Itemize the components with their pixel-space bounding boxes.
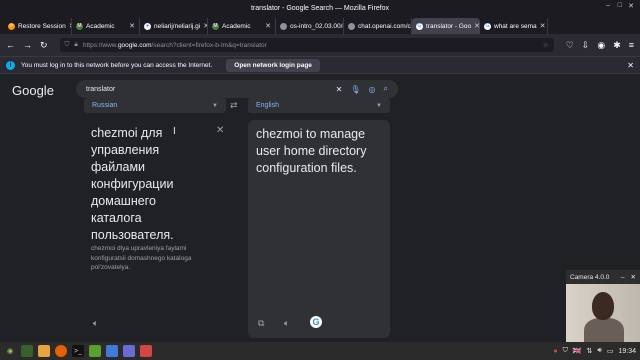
app-icon[interactable] — [140, 345, 152, 357]
tab-favicon-icon: ⟳ — [8, 22, 15, 30]
source-language-select[interactable]: Russian ▼ — [84, 98, 226, 113]
menu-icon[interactable]: ≡ — [629, 40, 634, 50]
tab-label: neliarij/neliarij.gi — [154, 22, 201, 30]
navigation-toolbar: ← → ↻ ⛉ 🔒︎ https://www.google.com/search… — [0, 34, 640, 56]
captive-portal-notification: i You must log in to this network before… — [0, 56, 640, 74]
close-tab-icon[interactable]: ✕ — [265, 22, 271, 30]
lock-icon[interactable]: 🔒︎ — [74, 41, 77, 49]
menu-icon[interactable]: ◉ — [4, 345, 16, 357]
close-tab-icon[interactable]: ✕ — [540, 22, 546, 30]
text-cursor-icon: I — [173, 126, 176, 137]
terminal-icon[interactable]: >_ — [72, 345, 84, 357]
chevron-down-icon: ▼ — [376, 102, 382, 109]
reload-icon[interactable]: ↻ — [40, 40, 48, 51]
camera-preview — [566, 284, 640, 342]
open-login-page-button[interactable]: Open network login page — [226, 58, 320, 72]
tab[interactable]: ⟳Restore Session✕ — [4, 18, 72, 34]
forward-icon[interactable]: → — [23, 40, 32, 50]
tab-label: Academic — [222, 22, 251, 30]
source-text[interactable]: chezmoi для управления файлами конфигура… — [91, 125, 191, 244]
tab-favicon-icon: G — [484, 22, 491, 30]
firefox-icon[interactable] — [55, 345, 67, 357]
tab-favicon-icon: M — [76, 22, 83, 30]
close-window-icon[interactable]: ✕ — [628, 2, 634, 10]
google-g-icon[interactable]: G — [310, 316, 322, 328]
minimize-icon[interactable]: ‒ — [621, 274, 625, 281]
app-icon[interactable] — [123, 345, 135, 357]
tab-label: translator - Goo — [426, 22, 472, 30]
tab-label: Academic — [86, 22, 115, 30]
bookmark-star-icon[interactable]: ☆ — [543, 41, 549, 49]
tab-strip: ⟳Restore Session✕MAcademic✕●neliarij/nel… — [0, 16, 640, 34]
tab-favicon-icon — [348, 22, 355, 30]
back-icon[interactable]: ← — [6, 40, 15, 50]
translated-text: chezmoi to manage user home directory co… — [256, 127, 367, 175]
clock[interactable]: 19:34 — [618, 348, 636, 355]
tab[interactable]: ●neliarij/neliarij.gi✕ — [140, 18, 208, 34]
camera-window-header: Camera 4.0.0 ‒ ✕ — [566, 270, 640, 284]
google-logo[interactable]: Google — [12, 83, 54, 98]
copy-icon[interactable]: ⧉ — [258, 318, 264, 329]
tab-label: what are sema — [494, 22, 537, 30]
shield-icon[interactable]: ⛉ — [65, 41, 70, 49]
tab-favicon-icon — [280, 22, 287, 30]
swap-languages-icon[interactable]: ⇄ — [230, 100, 238, 111]
listen-translation-icon[interactable]: 🔈︎ — [284, 318, 289, 329]
tab-label: chat.openai.com/c/ — [358, 22, 412, 30]
notification-message: You must log in to this network before y… — [21, 61, 213, 69]
network-icon[interactable]: ⇅ — [587, 347, 593, 355]
files-icon[interactable] — [38, 345, 50, 357]
battery-icon[interactable]: ▭ — [607, 347, 614, 355]
microphone-icon[interactable]: 🎙︎ — [350, 85, 360, 94]
pocket-icon[interactable]: ♡ — [566, 40, 574, 51]
tab-label: os-intro_02.03.00/r — [290, 22, 344, 30]
tab[interactable]: Gwhat are sema ✕ — [480, 18, 548, 34]
search-icon[interactable]: ⌕ — [384, 84, 388, 94]
close-icon[interactable]: ✕ — [631, 273, 636, 281]
listen-source-icon[interactable]: 🔈︎ — [93, 318, 98, 329]
downloads-icon[interactable]: ⇩ — [582, 40, 590, 51]
taskbar: ◉ >_ ● ⛉ 🇬🇧︎ ⇅ 🔊︎ ▭ 19:34 — [0, 342, 640, 360]
tab-favicon-icon: G — [416, 22, 423, 30]
tab-favicon-icon: M — [212, 22, 219, 30]
shield-icon[interactable]: ⛉ — [563, 347, 568, 355]
window-title: translator - Google Search — Mozilla Fir… — [250, 4, 390, 12]
tab-label: Restore Session — [18, 22, 66, 30]
tab[interactable]: chat.openai.com/c/✕ — [344, 18, 412, 34]
search-input[interactable]: translator ✕ 🎙︎ ◎ ⌕ — [76, 80, 398, 98]
address-bar[interactable]: ⛉ 🔒︎ https://www.google.com/search?clien… — [59, 38, 554, 52]
volume-icon[interactable]: 🔊︎ — [597, 347, 601, 355]
extensions-icon[interactable]: ✱ — [613, 40, 621, 51]
lens-icon[interactable]: ◎ — [369, 85, 376, 94]
transliteration-text: chezmoi dlya upravleniya faylami konfigu… — [91, 245, 192, 271]
software-icon[interactable] — [89, 345, 101, 357]
window-titlebar: translator - Google Search — Mozilla Fir… — [0, 0, 640, 16]
minimize-icon[interactable]: ‒ — [606, 2, 610, 9]
record-icon[interactable]: ● — [553, 348, 557, 355]
chevron-down-icon: ▼ — [212, 102, 218, 109]
close-notification-icon[interactable]: ✕ — [627, 61, 634, 70]
tab-favicon-icon: ● — [144, 22, 151, 30]
clear-search-icon[interactable]: ✕ — [336, 85, 343, 94]
system-tray: ● ⛉ 🇬🇧︎ ⇅ 🔊︎ ▭ 19:34 — [553, 347, 636, 355]
tab[interactable]: M Academic ✕ — [72, 18, 140, 34]
info-icon: i — [6, 60, 15, 70]
show-desktop-icon[interactable] — [21, 345, 33, 357]
tab[interactable]: os-intro_02.03.00/r✕ — [276, 18, 344, 34]
keyboard-layout-icon[interactable]: 🇬🇧︎ — [573, 347, 582, 355]
tab[interactable]: M Academic ✕ — [208, 18, 276, 34]
search-query[interactable]: translator — [86, 86, 115, 93]
target-language-label: English — [256, 102, 279, 109]
source-language-label: Russian — [92, 102, 118, 109]
account-icon[interactable]: ◉ — [597, 40, 605, 51]
tab[interactable]: Gtranslator - Goo ✕ — [412, 18, 480, 34]
maximize-icon[interactable]: □ — [618, 2, 622, 9]
target-language-select[interactable]: English ▼ — [248, 98, 390, 113]
close-tab-icon[interactable]: ✕ — [129, 22, 135, 30]
clear-source-icon[interactable]: ✕ — [216, 125, 224, 136]
app-icon[interactable] — [106, 345, 118, 357]
camera-title: Camera 4.0.0 — [570, 273, 610, 281]
